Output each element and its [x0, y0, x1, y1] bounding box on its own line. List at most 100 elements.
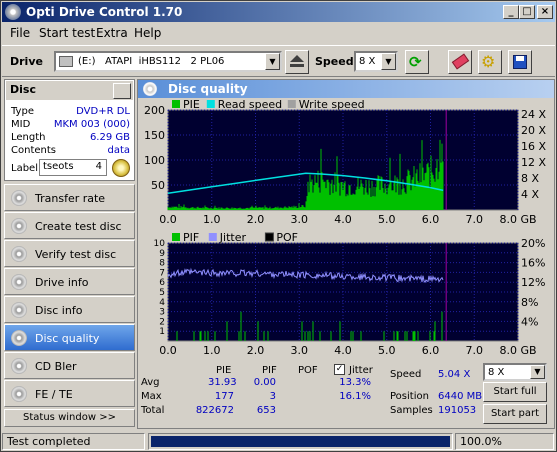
x-tick-label: 2.0: [247, 344, 265, 355]
refresh-icon: ⟳: [409, 53, 422, 71]
maximize-button[interactable]: □: [519, 5, 535, 19]
legend-label: PIF: [183, 231, 199, 244]
status-window-button[interactable]: Status window >>: [4, 409, 135, 427]
nav-drive-info[interactable]: Drive info: [4, 268, 135, 295]
menu-bar: File Start test Extra Help: [2, 23, 555, 42]
chevron-down-icon[interactable]: ▼: [530, 365, 545, 379]
x-tick-label: 6.0: [422, 213, 440, 226]
y2-tick-label: 8 X: [521, 172, 539, 185]
disc-label-apply-icon[interactable]: [112, 159, 130, 177]
nav-transfer-rate[interactable]: Transfer rate: [4, 184, 135, 211]
settings-button[interactable]: ⚙: [478, 50, 502, 74]
y2-tick-label: 16 X: [521, 140, 546, 153]
stats-header-pof: POF: [298, 365, 318, 376]
x-tick-label: 8.0 GB: [499, 344, 536, 355]
disc-icon: [143, 82, 157, 96]
eraser-icon: [451, 53, 470, 70]
legend-swatch: [172, 233, 180, 241]
nav-create-test-disc[interactable]: Create test disc: [4, 212, 135, 239]
disc-info-box: Disc Type DVD+R DL MID MKM 003 (000) Len…: [4, 79, 135, 181]
total-pie: 822672: [195, 405, 234, 416]
panel-title: Disc quality: [168, 82, 248, 96]
start-part-button[interactable]: Start part: [483, 404, 547, 424]
menu-start-test[interactable]: Start test: [39, 26, 95, 40]
legend-label: Read speed: [218, 98, 282, 111]
menu-help[interactable]: Help: [134, 26, 161, 40]
max-pif: 3: [269, 391, 276, 402]
nav-verify-test-disc[interactable]: Verify test disc: [4, 240, 135, 267]
disc-type-key: Type: [11, 106, 34, 117]
disc-contents-key: Contents: [11, 145, 56, 156]
x-tick-label: 3.0: [291, 344, 309, 355]
x-tick-label: 3.0: [291, 213, 309, 226]
jitter-checkbox[interactable]: ✓: [334, 364, 345, 375]
x-tick-label: 0.0: [159, 213, 177, 226]
y2-tick-label: 20 X: [521, 124, 546, 137]
y2-tick-label: 12%: [521, 276, 545, 289]
erase-button[interactable]: [448, 50, 472, 74]
disc-label-field[interactable]: tseots 4: [39, 159, 107, 176]
status-bar: Test completed 100.0%: [2, 432, 555, 451]
nav-disc-info[interactable]: Disc info: [4, 296, 135, 323]
disc-mid-value: MKM 003 (000): [53, 119, 130, 130]
disc-length-key: Length: [11, 132, 46, 143]
nav-cd-bler[interactable]: CD Bler: [4, 352, 135, 379]
position-value: 6440 MB: [438, 391, 483, 402]
test-speed-select[interactable]: 8 X ▼: [483, 363, 547, 381]
total-label: Total: [141, 405, 165, 416]
chevron-down-icon[interactable]: ▼: [381, 53, 396, 70]
drive-icon: [59, 56, 73, 67]
menu-file[interactable]: File: [10, 26, 30, 40]
nav-fe-te[interactable]: FE / TE: [4, 380, 135, 407]
avg-jitter: 13.3%: [339, 377, 371, 388]
disc-header-button[interactable]: [113, 83, 131, 99]
disc-icon: [11, 246, 27, 262]
drive-select-value: (E:) ATAPI iHBS112 2 PL06: [78, 56, 225, 67]
nav-label: CD Bler: [35, 360, 77, 373]
x-tick-label: 5.0: [378, 344, 396, 355]
drive-select[interactable]: (E:) ATAPI iHBS112 2 PL06 ▼: [54, 51, 282, 72]
jitter-label: Jitter: [349, 365, 373, 376]
samples-value: 191053: [438, 405, 477, 416]
max-jitter: 16.1%: [339, 391, 371, 402]
nav-disc-quality[interactable]: Disc quality: [4, 324, 135, 351]
menu-extra[interactable]: Extra: [96, 26, 128, 40]
pif-chart: PIF Jitter POF 10987654321 20% 16% 12% 8% 4% 0.0 1…: [154, 231, 546, 355]
legend-swatch: [206, 100, 215, 108]
nav-label: FE / TE: [35, 388, 73, 401]
speed-select[interactable]: 8 X ▼: [354, 51, 398, 72]
y2-tick-label: 12 X: [521, 156, 546, 169]
disc-icon: [11, 358, 27, 374]
disc-label-num: 4: [95, 161, 102, 172]
progress-fill: [151, 436, 450, 447]
nav-label: Verify test disc: [35, 248, 117, 261]
position-label: Position: [390, 391, 429, 402]
save-button[interactable]: [508, 50, 532, 74]
nav-label: Transfer rate: [35, 192, 106, 205]
disc-quality-panel: Disc quality PIE Read speed Write speed 200…: [137, 79, 555, 429]
eject-button[interactable]: [285, 50, 309, 74]
disc-header: Disc: [6, 81, 133, 100]
speed-label: Speed: [315, 55, 354, 68]
legend-label: POF: [276, 231, 298, 244]
stats-header-pif: PIF: [262, 365, 277, 376]
disc-label-key: Label: [11, 163, 38, 174]
panel-header: Disc quality: [138, 80, 554, 98]
legend-swatch: [287, 100, 296, 108]
minimize-button[interactable]: _: [503, 5, 519, 19]
y-tick-label: 5: [159, 288, 165, 298]
y-tick-label: 50: [151, 179, 165, 192]
start-full-button[interactable]: Start full: [483, 382, 547, 402]
close-button[interactable]: ×: [537, 5, 553, 19]
stats-header-pie: PIE: [216, 365, 232, 376]
disc-icon: [11, 330, 27, 346]
legend-label: Jitter: [219, 231, 247, 244]
chevron-down-icon[interactable]: ▼: [265, 53, 280, 70]
avg-pif: 0.00: [253, 377, 276, 388]
y2-tick-label: 16%: [521, 257, 545, 270]
disc-icon: [11, 218, 27, 234]
x-tick-label: 1.0: [203, 213, 221, 226]
refresh-button[interactable]: ⟳: [405, 50, 429, 74]
nav-label: Disc quality: [35, 332, 100, 345]
title-bar: Opti Drive Control 1.70 _ □ ×: [2, 2, 555, 22]
